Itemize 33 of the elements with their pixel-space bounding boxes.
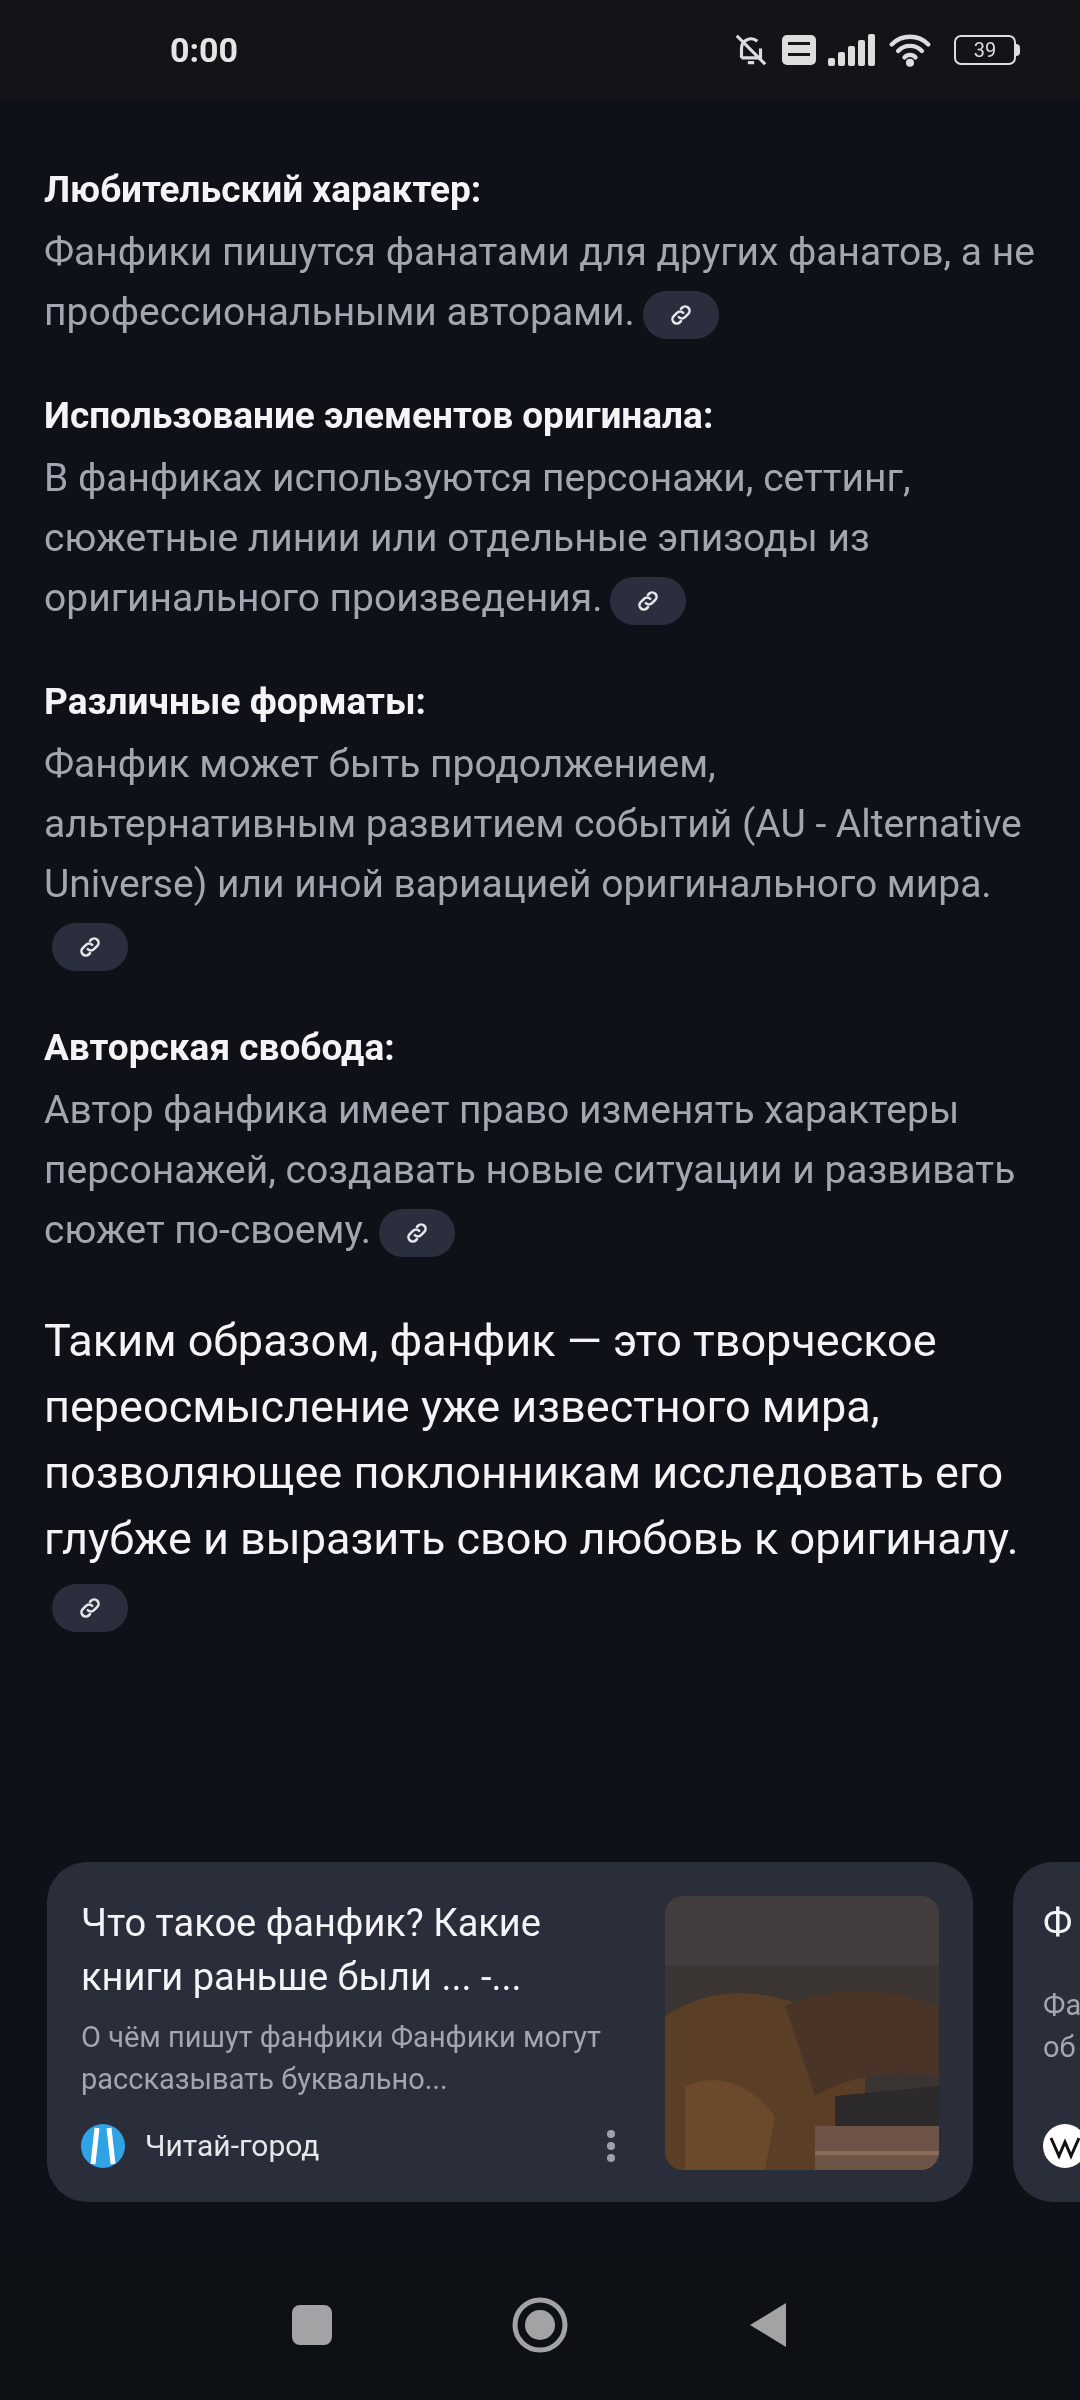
clock: 0:00	[170, 28, 239, 72]
volte-icon	[782, 35, 816, 65]
section-text: В фанфиках используются персонажи, сеттинг, сюжетные линии или отдельные эпизоды из оригинального произведения.	[44, 448, 1036, 628]
link-button[interactable]	[52, 922, 128, 971]
section-heading: Авторская свобода:	[44, 1025, 396, 1071]
home-button[interactable]	[512, 2297, 568, 2353]
source-name: Читай-город	[145, 2127, 320, 2165]
wifi-icon	[888, 33, 932, 67]
section-heading: Различные форматы:	[44, 679, 427, 725]
battery-level: 39	[972, 40, 998, 60]
source-logo-icon	[81, 2123, 125, 2168]
section-text: Автор фанфика имеет право изменять характеры персонажей, создавать новые ситуации и развивать сюжет по-своему.	[44, 1080, 1036, 1260]
summary-text: Таким образом, фанфик — это творческое переосмысление уже известного мира, позволяющее поклонникам исследовать его глубже и выразить свою любовь к оригиналу.	[44, 1308, 1036, 1638]
card-title: Что такое фанфик? Какие книги раньше были ... -...	[81, 1900, 542, 2001]
result-card[interactable]: Ф Фа об	[1013, 1862, 1080, 2202]
card-snippet: О чём пишут фанфики Фанфики могут рассказывать буквально...	[81, 2019, 602, 2098]
section-heading: Любительский характер:	[44, 167, 483, 213]
signal-icon	[828, 34, 876, 66]
recents-button[interactable]	[292, 2305, 332, 2345]
back-button[interactable]	[748, 2301, 788, 2349]
link-button[interactable]	[610, 576, 687, 625]
section-text: Фанфик может быть продолжением, альтернативным развитием событий (AU - Alternative Universe) или иной вариацией оригинального мира.	[44, 734, 1036, 974]
section-text: Фанфики пишутся фанатами для других фанатов, а не профессиональными авторами.	[44, 222, 1036, 342]
result-card[interactable]: Что такое фанфик? Какие книги раньше были ... -... О чём пишут фанфики Фанфики могут рассказывать буквально... Читай-город	[47, 1862, 973, 2202]
wikipedia-logo-icon	[1043, 2124, 1080, 2168]
card-title: Ф	[1043, 1900, 1073, 1947]
link-button[interactable]	[52, 1584, 128, 1633]
link-button[interactable]	[379, 1208, 456, 1257]
link-button[interactable]	[642, 290, 719, 339]
more-icon[interactable]	[605, 2128, 617, 2163]
section-heading: Использование элементов оригинала:	[44, 393, 715, 439]
card-snippet: об	[1043, 2029, 1076, 2066]
card-snippet: Фа	[1043, 1987, 1080, 2024]
